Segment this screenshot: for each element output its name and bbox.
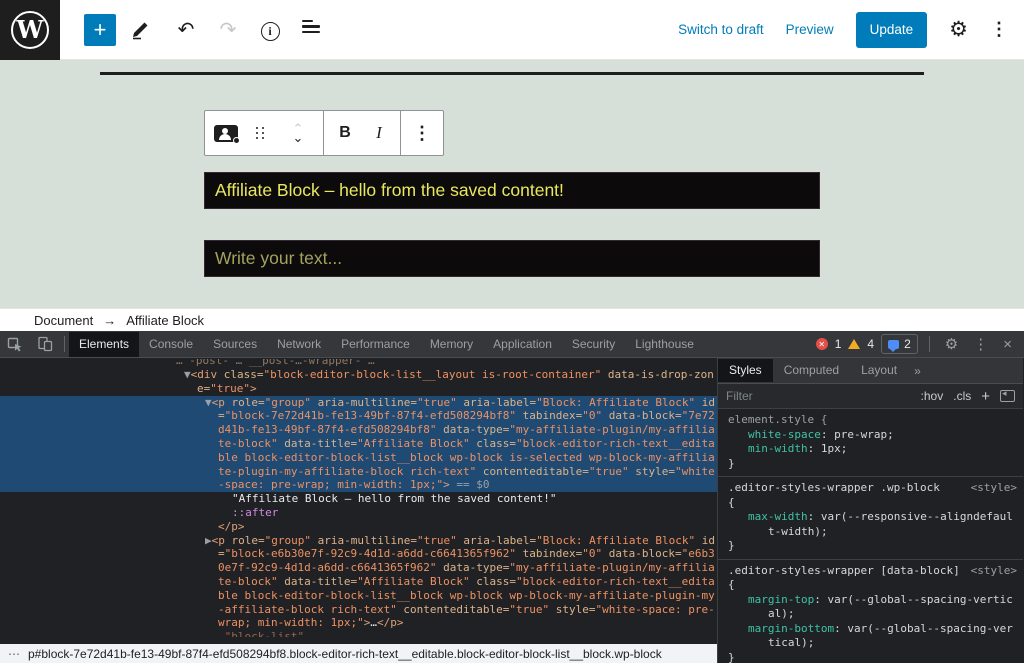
devtools-panel: Elements Console Sources Network Perform… xyxy=(0,331,1024,663)
css-source-link[interactable]: <style> xyxy=(963,564,1017,593)
css-rule[interactable]: .editor-styles-wrapper .wp-block<style>{… xyxy=(718,477,1023,560)
new-style-rule-icon[interactable]: + xyxy=(981,388,990,405)
inspect-element-icon[interactable] xyxy=(0,336,30,352)
css-declaration[interactable]: max-width: var(--responsive--aligndefaul… xyxy=(728,510,1017,539)
issues-icon xyxy=(888,340,899,349)
drag-handle-icon[interactable] xyxy=(245,115,275,151)
bold-button[interactable]: B xyxy=(330,115,360,151)
tab-network[interactable]: Network xyxy=(267,332,331,357)
warning-count[interactable]: 4 xyxy=(867,337,874,351)
options-menu-icon[interactable]: ⋮ xyxy=(990,19,1008,40)
dom-tree-line[interactable]: </p> xyxy=(0,520,717,534)
block-inserter-button[interactable]: + xyxy=(84,14,116,46)
devtools-statusbar: ⋯ p#block-7e72d41b-fe13-49bf-87f4-efd508… xyxy=(0,644,717,663)
block-placeholder: Write your text... xyxy=(215,248,342,269)
toggle-sidebar-icon[interactable] xyxy=(1000,390,1015,402)
italic-button[interactable]: I xyxy=(364,115,394,151)
tab-elements[interactable]: Elements xyxy=(69,332,139,357)
css-source-link[interactable]: <style> xyxy=(963,481,1017,496)
css-selector: element.style { xyxy=(728,413,1017,428)
styles-rules: element.style {white-space: pre-wrap;min… xyxy=(718,409,1023,663)
wordpress-logo[interactable]: W xyxy=(0,0,60,60)
breadcrumb-affiliate-block[interactable]: Affiliate Block xyxy=(126,313,204,328)
css-rule[interactable]: element.style {white-space: pre-wrap;min… xyxy=(718,409,1023,477)
affiliate-block-selected[interactable]: Affiliate Block – hello from the saved c… xyxy=(204,172,820,209)
issues-button[interactable]: 2 xyxy=(881,334,918,354)
editor-breadcrumb: Document → Affiliate Block xyxy=(0,308,1024,331)
styles-filter-input[interactable]: Filter xyxy=(726,389,911,403)
update-button[interactable]: Update xyxy=(856,12,928,48)
editor-canvas: ⌃ ⌄ B I ⋮ Affiliate Block – hello from t… xyxy=(0,60,1024,308)
issues-count: 2 xyxy=(904,337,911,351)
css-declaration[interactable]: margin-top: var(--global--spacing-vertic… xyxy=(728,593,1017,622)
tab-lighthouse[interactable]: Lighthouse xyxy=(625,332,704,357)
dom-tree-line[interactable]: "Affiliate Block – hello from the saved … xyxy=(0,492,717,506)
dom-tree-line[interactable]: ::after xyxy=(0,506,717,520)
devtools-settings-icon[interactable]: ⚙ xyxy=(941,335,962,353)
device-toolbar-icon[interactable] xyxy=(30,336,60,352)
dom-tree-line[interactable]: …"block-list"… xyxy=(0,630,717,637)
breadcrumb-document[interactable]: Document xyxy=(34,313,93,328)
block-text: Affiliate Block – hello from the saved c… xyxy=(215,180,564,201)
switch-to-draft-link[interactable]: Switch to draft xyxy=(678,22,764,37)
list-view-icon[interactable] xyxy=(298,16,326,43)
warning-icon xyxy=(848,339,860,349)
tab-layout[interactable]: Layout xyxy=(850,359,908,382)
css-declaration[interactable]: margin-bottom: var(--global--spacing-ver… xyxy=(728,622,1017,651)
tab-console[interactable]: Console xyxy=(139,332,203,357)
tab-sources[interactable]: Sources xyxy=(203,332,267,357)
more-tabs-icon[interactable]: » xyxy=(908,364,927,378)
tab-application[interactable]: Application xyxy=(483,332,562,357)
tab-styles[interactable]: Styles xyxy=(718,359,773,382)
redo-button[interactable]: ↷ xyxy=(214,17,242,42)
statusbar-overflow-icon[interactable]: ⋯ xyxy=(8,647,20,661)
breadcrumb-arrow-icon: → xyxy=(103,313,116,328)
preview-link[interactable]: Preview xyxy=(786,22,834,37)
dom-tree-line[interactable]: ⋯▼<p role="group" aria-multiline="true" … xyxy=(0,396,717,493)
tab-memory[interactable]: Memory xyxy=(420,332,483,357)
details-info-icon[interactable]: i xyxy=(256,18,284,41)
selected-element-path[interactable]: p#block-7e72d41b-fe13-49bf-87f4-efd50829… xyxy=(28,647,662,661)
css-selector: .editor-styles-wrapper [data-block] { xyxy=(728,564,963,593)
error-count[interactable]: 1 xyxy=(835,337,842,351)
devtools-tabbar: Elements Console Sources Network Perform… xyxy=(0,331,1024,358)
devtools-close-icon[interactable]: × xyxy=(999,336,1016,353)
settings-gear-icon[interactable]: ⚙ xyxy=(949,17,968,42)
block-options-icon[interactable]: ⋮ xyxy=(407,115,437,151)
block-mover[interactable]: ⌃ ⌄ xyxy=(283,115,313,151)
elements-tree: … -post- … __post-…-wrapper- …▼<div clas… xyxy=(0,358,717,644)
affiliate-block-empty[interactable]: Write your text... xyxy=(204,240,820,277)
undo-button[interactable]: ↶ xyxy=(172,17,200,42)
block-toolbar: ⌃ ⌄ B I ⋮ xyxy=(204,110,444,156)
dom-tree-line[interactable]: … -post- … __post-…-wrapper- … xyxy=(0,359,717,368)
css-declaration[interactable]: min-width: 1px; xyxy=(728,442,1017,457)
tab-computed[interactable]: Computed xyxy=(773,359,850,382)
dom-tree-line[interactable]: ▼<div class="block-editor-block-list__la… xyxy=(0,368,717,396)
toggle-hover-state-button[interactable]: :hov xyxy=(921,389,944,403)
move-down-icon[interactable]: ⌄ xyxy=(293,133,304,142)
toggle-classes-button[interactable]: .cls xyxy=(953,389,971,403)
css-rule[interactable]: .editor-styles-wrapper [data-block] {<st… xyxy=(718,560,1023,663)
css-declaration[interactable]: white-space: pre-wrap; xyxy=(728,428,1017,443)
devtools-menu-icon[interactable]: ⋮ xyxy=(969,335,992,353)
post-title-underline xyxy=(100,72,924,75)
dom-tree-line[interactable]: ▶<p role="group" aria-multiline="true" a… xyxy=(0,534,717,631)
editor-topbar: W + ↶ ↷ i Switch to draft Preview Update… xyxy=(0,0,1024,60)
styles-sidebar: Styles Computed Layout » Filter :hov .cl… xyxy=(718,358,1023,663)
error-icon: ✕ xyxy=(816,338,828,350)
tools-pencil-icon[interactable] xyxy=(130,20,158,40)
css-selector: .editor-styles-wrapper .wp-block xyxy=(728,481,963,496)
tab-security[interactable]: Security xyxy=(562,332,625,357)
tab-performance[interactable]: Performance xyxy=(331,332,420,357)
affiliate-block-icon[interactable] xyxy=(211,115,241,151)
wordpress-w-icon: W xyxy=(11,11,49,49)
